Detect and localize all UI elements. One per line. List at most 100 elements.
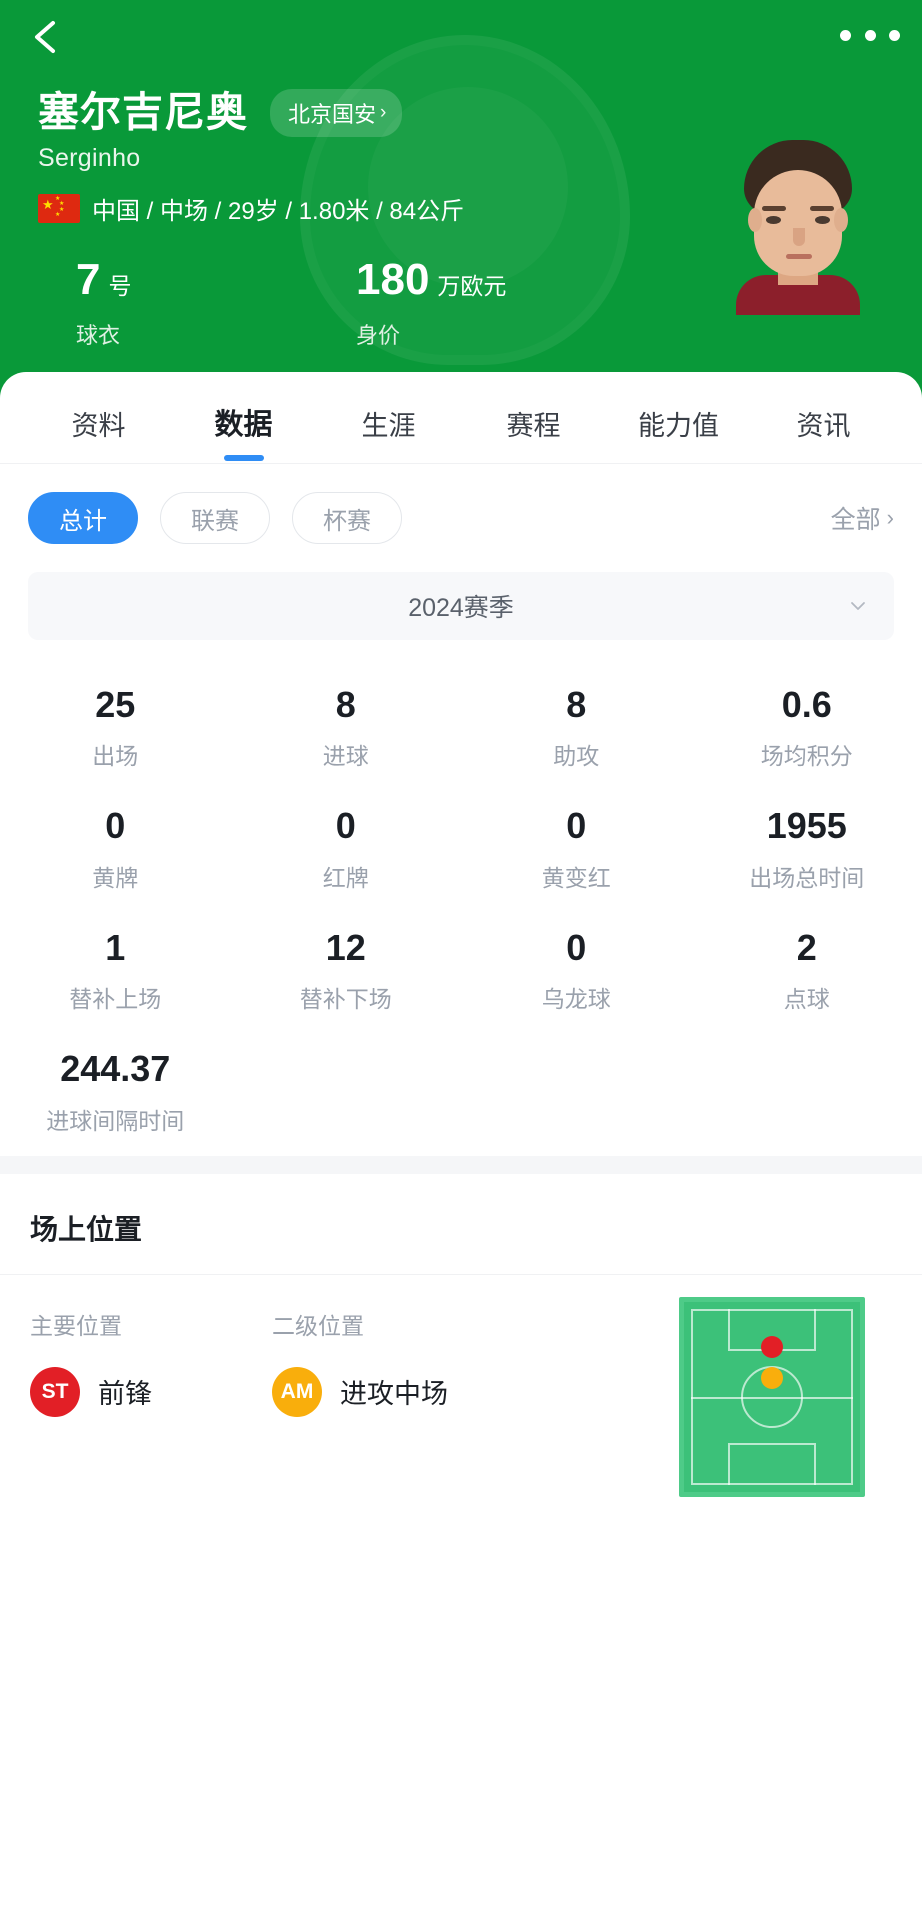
filter-chip-league[interactable]: 联赛 (160, 492, 270, 544)
filter-chip-cup[interactable]: 杯赛 (292, 492, 402, 544)
grid-filler (231, 1048, 462, 1135)
stat-value: 244.37 (60, 1048, 171, 1090)
stat-value: 12 (325, 926, 366, 968)
tab-fixtures[interactable]: 赛程 (461, 404, 606, 463)
stat-subbed-on: 1 替补上场 (0, 927, 231, 1014)
profile-header: 塞尔吉尼奥 北京国安 › Serginho ★ ★ ★ ★ ★ 中国 / 中场 … (0, 0, 922, 400)
position-body: 主要位置 ST 前锋 二级位置 AM 进攻中场 (0, 1275, 922, 1575)
secondary-position-item: AM 进攻中场 (272, 1366, 514, 1417)
tab-ratings[interactable]: 能力值 (606, 404, 751, 463)
pitch-penalty-box-bottom (728, 1442, 816, 1485)
stat-value: 1955 (766, 805, 847, 847)
back-chevron-icon[interactable] (22, 12, 72, 62)
kpi-label: 球衣 (76, 323, 121, 349)
stat-value: 0 (335, 805, 356, 847)
kpi-unit: 号 (108, 273, 132, 300)
player-meta-row: ★ ★ ★ ★ ★ 中国 / 中场 / 29岁 / 1.80米 / 84公斤 (38, 191, 922, 226)
tab-data[interactable]: 数据 (171, 401, 316, 463)
kpi-shirt-number: 7 号 球衣 (76, 258, 356, 350)
player-identity-block: 塞尔吉尼奥 北京国安 › Serginho ★ ★ ★ ★ ★ 中国 / 中场 … (0, 74, 922, 350)
stat-red-cards: 0 红牌 (231, 805, 462, 892)
stat-label: 出场 (92, 743, 139, 770)
stat-goals: 8 进球 (231, 684, 462, 771)
stat-value: 0.6 (781, 684, 832, 725)
content-sheet: 资料 数据 生涯 赛程 能力值 资讯 总计 联赛 杯赛 全部 › 2024赛季 … (0, 372, 922, 1575)
stat-label: 进球间隔时间 (46, 1107, 185, 1134)
kpi-market-value: 180 万欧元 身价 (356, 258, 636, 350)
tab-profile[interactable]: 资料 (26, 404, 171, 463)
secondary-position-name: 进攻中场 (340, 1379, 448, 1410)
stat-label: 点球 (783, 986, 830, 1013)
tab-news[interactable]: 资讯 (751, 404, 896, 463)
stat-label: 助攻 (553, 743, 600, 770)
stat-label: 黄变红 (541, 864, 611, 891)
stat-label: 出场总时间 (749, 864, 865, 891)
stat-assists: 8 助攻 (461, 684, 692, 771)
pitch-marker-primary-position (761, 1336, 783, 1359)
team-chip[interactable]: 北京国安 › (270, 88, 403, 137)
tab-bar: 资料 数据 生涯 赛程 能力值 资讯 (0, 372, 922, 464)
stat-minutes-per-goal: 244.37 进球间隔时间 (0, 1048, 231, 1135)
player-meta-text: 中国 / 中场 / 29岁 / 1.80米 / 84公斤 (92, 198, 465, 226)
position-section: 场上位置 主要位置 ST 前锋 二级位置 AM 进攻中场 (0, 1174, 922, 1575)
stat-value: 0 (566, 926, 587, 968)
view-all-link[interactable]: 全部 › (831, 500, 894, 536)
primary-position-badge: ST (30, 1366, 80, 1417)
secondary-position-badge: AM (272, 1366, 322, 1417)
stat-label: 替补下场 (299, 986, 392, 1013)
stat-value: 2 (796, 926, 817, 968)
primary-position-title: 主要位置 (30, 1312, 122, 1339)
tab-label: 生涯 (361, 411, 416, 441)
stat-label: 进球 (322, 743, 369, 770)
filter-chip-row: 总计 联赛 杯赛 全部 › (0, 464, 922, 544)
kpi-value: 7 (76, 255, 101, 305)
tab-label: 资讯 (796, 411, 851, 441)
season-selector-label: 2024赛季 (408, 594, 514, 622)
stat-penalties: 2 点球 (692, 927, 922, 1014)
chevron-right-icon: › (886, 505, 894, 530)
player-profile-screen: 塞尔吉尼奥 北京国安 › Serginho ★ ★ ★ ★ ★ 中国 / 中场 … (0, 0, 922, 1920)
player-name-row: 塞尔吉尼奥 北京国安 › (38, 88, 922, 137)
header-kpi-row: 7 号 球衣 180 万欧元 身价 (38, 258, 922, 350)
stat-second-yellow: 0 黄变红 (461, 805, 692, 892)
filter-chip-total[interactable]: 总计 (28, 492, 138, 544)
stat-label: 乌龙球 (541, 986, 611, 1013)
season-selector[interactable]: 2024赛季 (28, 572, 894, 640)
secondary-position-title: 二级位置 (272, 1312, 364, 1339)
stat-minutes-played: 1955 出场总时间 (692, 805, 922, 892)
kpi-unit: 万欧元 (437, 273, 507, 300)
view-all-label: 全部 (830, 506, 881, 534)
stat-value: 1 (105, 926, 126, 968)
primary-position-column: 主要位置 ST 前锋 (30, 1307, 272, 1417)
stat-label: 红牌 (322, 864, 369, 891)
tab-career[interactable]: 生涯 (316, 404, 461, 463)
stat-value: 0 (105, 805, 126, 847)
stat-value: 25 (95, 684, 136, 725)
secondary-position-column: 二级位置 AM 进攻中场 (272, 1307, 514, 1417)
tab-label: 数据 (214, 409, 273, 441)
stat-appearances: 25 出场 (0, 684, 231, 771)
stat-own-goals: 0 乌龙球 (461, 927, 692, 1014)
stat-label: 替补上场 (69, 986, 162, 1013)
section-divider-band (0, 1155, 922, 1174)
more-options-icon[interactable] (840, 22, 900, 48)
team-chip-label: 北京国安 (288, 101, 377, 127)
primary-position-name: 前锋 (98, 1379, 152, 1410)
stat-yellow-cards: 0 黄牌 (0, 805, 231, 892)
grid-filler (461, 1048, 692, 1135)
nav-bar (0, 0, 922, 74)
stats-grid: 25 出场 8 进球 8 助攻 0.6 场均积分 0 黄牌 0 红牌 0 黄变红… (0, 640, 922, 1156)
grid-filler (692, 1048, 922, 1135)
tab-label: 能力值 (638, 411, 719, 441)
tab-label: 资料 (71, 411, 126, 441)
china-flag-icon: ★ ★ ★ ★ ★ (38, 194, 80, 224)
pitch-marker-secondary-position (761, 1366, 783, 1389)
player-name-en: Serginho (38, 144, 141, 173)
stat-points-per-game: 0.6 场均积分 (692, 684, 922, 771)
chevron-down-icon (848, 596, 868, 616)
kpi-value: 180 (356, 255, 430, 305)
player-name-cn: 塞尔吉尼奥 (38, 89, 248, 135)
stat-subbed-off: 12 替补下场 (231, 927, 462, 1014)
kpi-label: 身价 (356, 323, 401, 349)
primary-position-item: ST 前锋 (30, 1366, 272, 1417)
